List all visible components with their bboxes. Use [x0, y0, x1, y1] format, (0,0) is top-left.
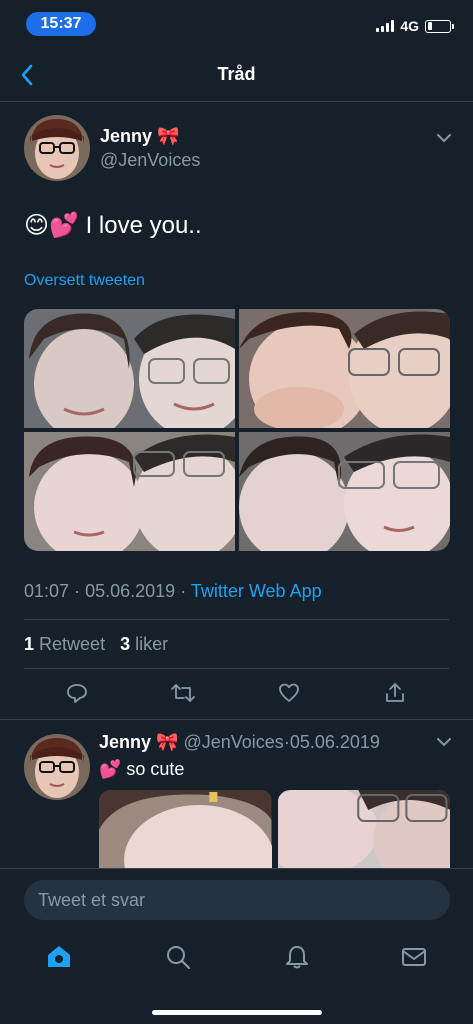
- status-indicators: 4G: [376, 18, 454, 34]
- signal-icon: [376, 20, 395, 32]
- share-icon: [386, 683, 404, 702]
- tab-home[interactable]: [44, 942, 74, 972]
- reply-photo-row: [99, 790, 450, 870]
- tweet-actions: [0, 678, 473, 718]
- status-time: 15:37: [26, 12, 96, 36]
- battery-icon: [425, 19, 454, 33]
- tweet-menu-button[interactable]: [436, 130, 456, 150]
- network-label: 4G: [400, 18, 419, 34]
- tab-search[interactable]: [163, 942, 193, 972]
- search-icon: [167, 946, 191, 970]
- heart-icon: [279, 683, 299, 702]
- reply-icon: [67, 684, 87, 703]
- tweet-stats: 1 Retweet 3 liker: [24, 634, 168, 655]
- translate-link[interactable]: Oversett tweeten: [24, 272, 145, 290]
- tweet-text: 😊💕 I love you..: [24, 212, 202, 239]
- retweets-stat[interactable]: 1 Retweet: [24, 634, 105, 654]
- chevron-down-icon: [437, 738, 451, 747]
- tab-notifications[interactable]: [282, 942, 312, 972]
- reply-date: 05.06.2019: [289, 732, 380, 752]
- mail-icon: [402, 948, 426, 966]
- reply-header: Jenny 🎀 @JenVoices·05.06.2019: [99, 732, 380, 752]
- divider: [24, 619, 449, 620]
- chevron-down-icon: [437, 134, 451, 143]
- tweet-photo-3[interactable]: [24, 432, 235, 551]
- tweet-meta: 01:07 · 05.06.2019 · Twitter Web App: [24, 581, 322, 601]
- tweet-time: 01:07: [24, 581, 70, 601]
- home-indicator: [152, 1010, 322, 1015]
- section-divider: [0, 719, 473, 720]
- like-button[interactable]: [274, 678, 304, 708]
- tweet-menu-button[interactable]: [436, 734, 456, 754]
- tab-messages[interactable]: [399, 942, 429, 972]
- divider: [24, 668, 449, 669]
- home-icon: [48, 946, 70, 967]
- likes-stat[interactable]: 3 liker: [120, 634, 168, 654]
- tweet-photo-1[interactable]: [24, 309, 235, 428]
- bow-emoji: 🎀: [156, 732, 179, 752]
- author-handle[interactable]: @JenVoices: [100, 150, 200, 171]
- photo-grid: [24, 309, 450, 551]
- tweet-source-link[interactable]: Twitter Web App: [191, 581, 322, 601]
- avatar[interactable]: [24, 115, 90, 181]
- bell-icon: [286, 946, 308, 969]
- reply-composer: [0, 868, 473, 928]
- nav-bar: Tråd: [0, 48, 473, 102]
- retweet-icon: [171, 684, 195, 702]
- share-button[interactable]: [380, 678, 410, 708]
- author-name[interactable]: Jenny 🎀: [100, 126, 179, 147]
- tweet-photo-2[interactable]: [239, 309, 450, 428]
- tab-bar: [0, 928, 473, 1024]
- bow-emoji: 🎀: [157, 126, 180, 146]
- tweet-photo-4[interactable]: [239, 432, 450, 551]
- reply-photo-1[interactable]: [99, 790, 272, 870]
- avatar[interactable]: [24, 734, 90, 800]
- status-bar: 15:37 4G: [0, 0, 473, 48]
- reply-text: 💕 so cute: [99, 759, 185, 779]
- author-name[interactable]: Jenny: [99, 732, 151, 752]
- reply-input[interactable]: [24, 880, 450, 920]
- tweet-date: 05.06.2019: [85, 581, 176, 601]
- retweet-button[interactable]: [168, 678, 198, 708]
- reply-button[interactable]: [62, 678, 92, 708]
- author-handle[interactable]: @JenVoices: [183, 732, 283, 752]
- page-title: Tråd: [217, 64, 256, 84]
- reply-photo-2[interactable]: [277, 790, 450, 870]
